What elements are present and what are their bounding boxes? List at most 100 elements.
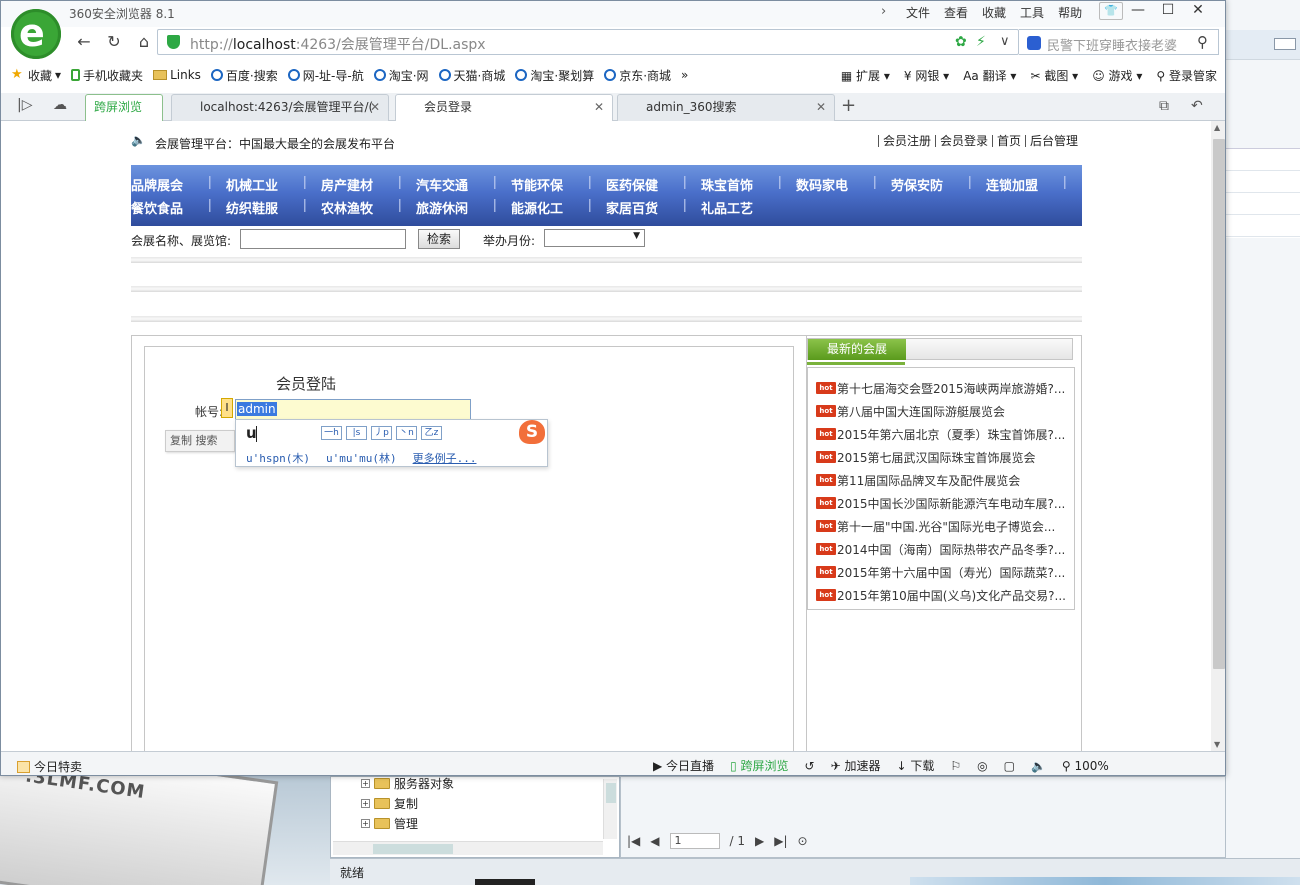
live-button[interactable]: ▶ 今日直播 (653, 757, 714, 774)
tab-admin-search[interactable]: admin_360搜索 ✕ (617, 94, 835, 121)
exhibition-search-input[interactable] (240, 229, 406, 249)
category-link[interactable]: 旅游休闲 (416, 198, 511, 217)
search-icon[interactable]: ⚲ (1197, 33, 1208, 51)
first-page-icon[interactable]: |◀ (627, 834, 640, 848)
category-link[interactable]: 农林渔牧 (321, 198, 416, 217)
close-button[interactable]: ✕ (1183, 1, 1213, 21)
history-icon[interactable]: ↺ (805, 759, 815, 773)
month-select[interactable] (544, 229, 645, 247)
ebank-button[interactable]: ¥ 网银 ▾ (904, 67, 949, 84)
cross-screen-button[interactable]: ▯ 跨屏浏览 (730, 757, 788, 774)
stroke-key[interactable]: 乙z (421, 426, 442, 440)
link-admin[interactable]: 后台管理 (1024, 135, 1082, 147)
category-link[interactable]: 连锁加盟 (986, 175, 1081, 194)
link-home[interactable]: 首页 (991, 135, 1025, 147)
chevron-down-icon[interactable]: ∨ (1000, 34, 1010, 49)
zoom-button[interactable]: ⚲ 100% (1062, 759, 1109, 773)
ime-candidate[interactable]: u'mu'mu(林) (326, 450, 397, 466)
tree-item-server-objects[interactable]: + 服务器对象 (361, 773, 454, 793)
stroke-key[interactable]: 丿p (371, 426, 392, 440)
expand-icon[interactable]: + (361, 798, 370, 808)
back-icon[interactable]: ← (71, 31, 97, 55)
category-link[interactable]: 劳保安防 (891, 175, 986, 194)
close-tab-icon[interactable]: ✕ (594, 95, 604, 120)
tab-localhost[interactable]: localhost:4263/会展管理平台/(✕ (171, 94, 389, 121)
translate-button[interactable]: Aa 翻译 ▾ (963, 67, 1016, 84)
menu-help[interactable]: 帮助 (1051, 4, 1089, 21)
category-link[interactable]: 纺织鞋服 (226, 198, 321, 217)
login-manager-button[interactable]: ⚲ 登录管家 (1156, 67, 1217, 84)
scroll-up-icon[interactable]: ▲ (1214, 123, 1220, 132)
expand-icon[interactable]: + (361, 818, 370, 828)
close-tab-icon[interactable]: ✕ (816, 95, 826, 120)
cloud-icon[interactable]: ☁ (53, 97, 67, 113)
daily-deals-button[interactable]: 今日特卖 (17, 758, 82, 775)
new-tab-icon[interactable]: + (841, 95, 856, 116)
flag-icon[interactable]: ⚐ (950, 759, 961, 773)
close-tab-icon[interactable]: ✕ (370, 95, 380, 120)
expand-icon[interactable]: + (361, 778, 370, 788)
fav-taobao[interactable]: 淘宝·网 (373, 67, 429, 84)
list-item[interactable]: hot 第11届国际品牌叉车及配件展览会 (816, 470, 1020, 490)
category-link[interactable]: 数码家电 (796, 175, 891, 194)
sidebar-toggle-icon[interactable]: |▷ (17, 97, 32, 113)
screenshot-button[interactable]: ✂ 截图 ▾ (1030, 67, 1078, 84)
link-login[interactable]: 会员登录 (934, 135, 992, 147)
extensions-button[interactable]: ▦ 扩展 ▾ (841, 67, 890, 84)
last-page-icon[interactable]: ▶| (774, 834, 787, 848)
list-item[interactable]: hot 2015年第10届中国(义乌)文化产品交易?... (816, 585, 1066, 605)
list-item[interactable]: hot 2014中国（海南）国际热带农产品冬季?... (816, 539, 1065, 559)
ie-mode-icon[interactable]: ◎ (977, 759, 987, 773)
stroke-key[interactable]: |s (346, 426, 367, 440)
list-item[interactable]: hot 2015第七届武汉国际珠宝首饰展览会 (816, 447, 1036, 467)
home-icon[interactable]: ⌂ (131, 31, 157, 55)
games-button[interactable]: ☺ 游戏 ▾ (1092, 67, 1142, 84)
chevron-right-icon[interactable]: › (881, 4, 886, 19)
category-link[interactable]: 餐饮食品 (131, 198, 226, 217)
latest-exhibitions-tab[interactable]: 最新的会展 (808, 339, 906, 360)
stroke-key[interactable]: 丶n (396, 426, 417, 440)
browser-logo-icon[interactable]: e (11, 9, 61, 59)
category-link[interactable]: 节能环保 (511, 175, 606, 194)
background-minimize-button[interactable] (1274, 38, 1296, 50)
list-item[interactable]: hot 第十一届"中国.光谷"国际光电子博览会... (816, 516, 1055, 536)
stroke-key[interactable]: 一h (321, 426, 342, 440)
list-item[interactable]: hot 2015中国长沙国际新能源汽车电动车展?... (816, 493, 1065, 513)
fav-jd[interactable]: 京东·商城 (604, 67, 671, 84)
category-link[interactable]: 汽车交通 (416, 175, 511, 194)
volume-icon[interactable]: 🔈 (1031, 759, 1046, 773)
link-register[interactable]: 会员注册 (877, 135, 935, 147)
accelerator-button[interactable]: ✈ 加速器 (831, 757, 881, 774)
fav-collect[interactable]: ★ 收藏 ▾ (11, 67, 61, 84)
ime-candidate[interactable]: u'hspn(木) (246, 450, 310, 466)
copy-menu-item[interactable]: 复制 (170, 434, 192, 447)
baidu-paw-icon[interactable] (1027, 36, 1041, 50)
menu-view[interactable]: 查看 (937, 4, 975, 21)
menu-favorites[interactable]: 收藏 (975, 4, 1013, 21)
url-text[interactable]: http://localhost:4263/会展管理平台/DL.aspx (190, 34, 486, 54)
undo-close-icon[interactable]: ↶ (1191, 98, 1203, 114)
list-item[interactable]: hot 2015年第六届北京（夏季）珠宝首饰展?... (816, 424, 1065, 444)
menu-tools[interactable]: 工具 (1013, 4, 1051, 21)
ime-more-examples-link[interactable]: 更多例子... (413, 450, 477, 466)
maximize-button[interactable]: ☐ (1153, 1, 1183, 21)
tree-item-replication[interactable]: + 复制 (361, 793, 418, 813)
search-field[interactable]: 民警下班穿睡衣接老婆 ⚲ (1019, 29, 1219, 55)
menu-file[interactable]: 文件 (899, 4, 937, 21)
scrollbar-thumb[interactable] (1213, 139, 1225, 669)
download-button[interactable]: ↓ 下载 (896, 757, 934, 774)
category-link[interactable]: 礼品工艺 (701, 198, 796, 217)
category-link[interactable]: 机械工业 (226, 175, 321, 194)
stop-icon[interactable]: ⊙ (798, 834, 808, 848)
category-link[interactable]: 品牌展会 (131, 175, 226, 194)
compat-mode-icon[interactable]: ✿ (955, 34, 967, 50)
window-icon[interactable]: ▢ (1004, 759, 1015, 773)
tab-cross-screen[interactable]: 跨屏浏览 (85, 94, 163, 121)
list-item[interactable]: hot 第十七届海交会暨2015海峡两岸旅游婚?... (816, 378, 1065, 398)
minimize-button[interactable]: — (1123, 1, 1153, 21)
skin-icon[interactable]: 👕 (1099, 2, 1123, 20)
fav-mobile[interactable]: 手机收藏夹 (71, 67, 143, 84)
fav-nav[interactable]: 网-址-导-航 (287, 67, 364, 84)
account-input[interactable]: admin (235, 399, 471, 421)
fav-links[interactable]: Links (153, 68, 201, 82)
